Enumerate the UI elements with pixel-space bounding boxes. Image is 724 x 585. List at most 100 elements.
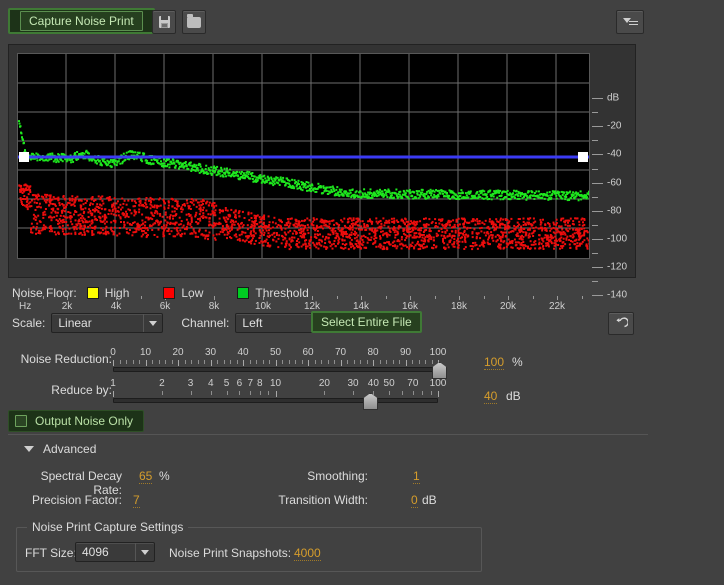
section-divider — [8, 434, 648, 435]
frequency-tick-label: 20k — [500, 301, 516, 312]
noise-print-capture-settings-group: Noise Print Capture Settings FFT Size: 4… — [16, 527, 482, 572]
threshold-handle-left — [19, 152, 29, 162]
chevron-down-icon — [135, 543, 154, 561]
slider-tick — [425, 360, 426, 364]
open-preset-button[interactable] — [182, 10, 206, 34]
frequency-minor-tick — [533, 296, 534, 299]
advanced-section-toggle[interactable]: Advanced — [24, 442, 96, 456]
spectral-decay-rate-value[interactable]: 65 — [139, 469, 152, 484]
transition-width-value[interactable]: 0 — [411, 493, 418, 508]
scale-dropdown[interactable]: Linear — [51, 313, 163, 333]
frequency-tick-label: 10k — [255, 301, 271, 312]
noise-reduction-track[interactable] — [113, 367, 438, 372]
slider-tick — [260, 391, 261, 395]
output-noise-only-toggle[interactable]: Output Noise Only — [8, 410, 144, 432]
spectrum-graph-container: Hz2k4k6k8k10k12k14k16k18k20k22k dB-20-40… — [8, 44, 636, 278]
noise-reduction-panel: Capture Noise Print — [0, 0, 724, 585]
advanced-title: Advanced — [43, 442, 96, 456]
precision-factor-value[interactable]: 7 — [133, 493, 140, 508]
slider-tick — [431, 391, 432, 395]
slider-tick — [159, 360, 160, 364]
slider-tick — [334, 360, 335, 364]
slider-tick — [324, 391, 325, 395]
slider-tick-label: 40 — [237, 347, 248, 358]
decibel-tick — [592, 98, 603, 99]
select-entire-file-label: Select Entire File — [321, 315, 412, 329]
slider-tick — [113, 391, 114, 397]
smoothing-label: Smoothing: — [268, 469, 368, 483]
slider-tick — [308, 360, 309, 366]
slider-tick — [227, 391, 228, 395]
decibel-unit-label: dB — [607, 93, 619, 104]
slider-tick — [211, 391, 212, 395]
slider-tick — [302, 360, 303, 364]
save-preset-button[interactable] — [152, 10, 176, 34]
slider-tick-label: 50 — [270, 347, 281, 358]
slider-tick — [269, 360, 270, 364]
decibel-axis: dB-20-40-60-80-100-120-140 — [592, 93, 644, 301]
slider-tick — [191, 360, 192, 364]
slider-tick — [230, 360, 231, 364]
slider-tick — [419, 360, 420, 364]
slider-tick-label: 0 — [110, 347, 116, 358]
frequency-tick — [557, 296, 558, 300]
reduce-by-value[interactable]: 40 — [484, 389, 497, 404]
slider-tick-label: 40 — [368, 378, 379, 389]
frequency-tick-label: 8k — [209, 301, 220, 312]
slider-tick — [268, 391, 269, 395]
decibel-minor-tick — [592, 225, 598, 226]
reduce-by-track[interactable] — [113, 398, 438, 403]
fft-size-dropdown[interactable]: 4096 — [75, 542, 155, 562]
decibel-minor-tick — [592, 197, 598, 198]
frequency-tick-label: 2k — [62, 301, 73, 312]
reset-button[interactable] — [608, 312, 634, 335]
noise-reduction-value[interactable]: 100 — [484, 355, 504, 370]
slider-tick — [399, 360, 400, 364]
scale-label: Scale: — [12, 316, 45, 330]
decibel-minor-tick — [592, 281, 598, 282]
slider-tick — [295, 360, 296, 364]
slider-tick-label: 70 — [335, 347, 346, 358]
slider-tick — [432, 360, 433, 364]
smoothing-value[interactable]: 1 — [413, 469, 420, 484]
slider-tick — [438, 391, 439, 397]
slider-tick — [406, 360, 407, 366]
slider-tick — [113, 360, 114, 366]
decibel-minor-tick — [592, 253, 598, 254]
snapshots-label: Noise Print Snapshots: — [169, 546, 291, 560]
slider-tick — [120, 360, 121, 364]
slider-tick — [282, 360, 283, 364]
slider-tick-label: 8 — [257, 378, 263, 389]
chevron-down-icon — [24, 446, 34, 452]
slider-tick-label: 70 — [407, 378, 418, 389]
capture-noise-print-button[interactable]: Capture Noise Print — [8, 8, 155, 34]
slider-tick-label: 90 — [400, 347, 411, 358]
output-noise-only-checkbox[interactable] — [15, 415, 27, 427]
slider-tick-label: 30 — [205, 347, 216, 358]
slider-tick-label: 5 — [224, 378, 230, 389]
decibel-tick — [592, 295, 603, 296]
decibel-tick — [592, 126, 603, 127]
slider-tick — [367, 360, 368, 364]
slider-tick-label: 100 — [430, 347, 447, 358]
panel-menu-button[interactable] — [616, 10, 644, 34]
legend-label-threshold: Threshold — [255, 286, 308, 300]
slider-tick-label: 7 — [248, 378, 254, 389]
spectrum-plot[interactable] — [17, 53, 590, 259]
slider-tick — [321, 360, 322, 364]
select-entire-file-button[interactable]: Select Entire File — [311, 311, 422, 333]
legend-item-high: High — [87, 286, 130, 300]
decibel-tick — [592, 267, 603, 268]
frequency-minor-tick — [386, 296, 387, 299]
slider-tick — [341, 360, 342, 366]
transition-width-label: Transition Width: — [250, 493, 368, 507]
frequency-tick-label: 22k — [549, 301, 565, 312]
slider-tick-label: 3 — [188, 378, 194, 389]
reduce-by-label: Reduce by: — [12, 383, 112, 397]
slider-tick-label: 60 — [302, 347, 313, 358]
slider-tick-label: 10 — [270, 378, 281, 389]
slider-tick — [402, 391, 403, 395]
snapshots-value[interactable]: 4000 — [294, 546, 321, 561]
capture-noise-print-label: Capture Noise Print — [20, 11, 143, 31]
slider-tick — [133, 360, 134, 364]
